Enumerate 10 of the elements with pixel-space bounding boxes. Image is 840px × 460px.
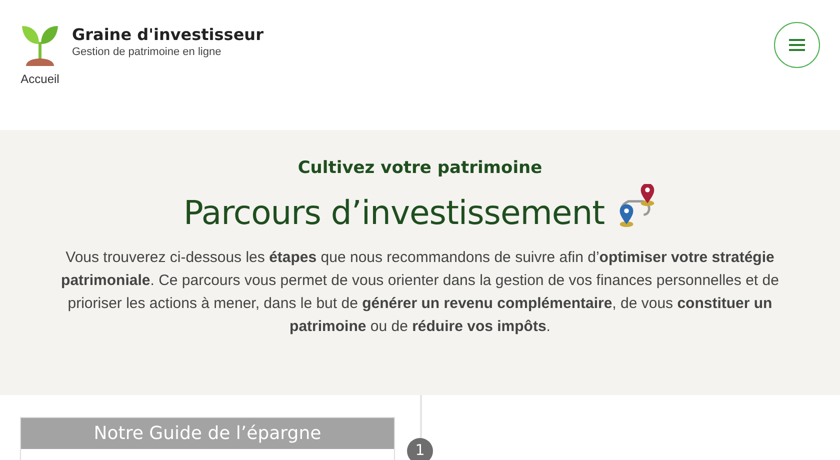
hero-kicker: Cultivez votre patrimoine [298, 158, 542, 178]
step-card-title: Notre Guide de l’épargne [21, 418, 394, 449]
site-name: Graine d'investisseur [72, 25, 264, 44]
step-number: 1 [407, 438, 433, 460]
hero-title: Parcours d’investissement [183, 193, 605, 232]
menu-button[interactable] [774, 22, 820, 68]
home-link[interactable]: Accueil [20, 72, 60, 86]
menu-icon [789, 39, 805, 51]
site-tagline: Gestion de patrimoine en ligne [72, 46, 222, 58]
hero-intro: Vous trouverez ci-dessous les étapes que nous recommandons de suivre afin d’optimiser votre stratégie patrimoniale. Ce parcours vous permet de vous orienter dans la gestion de vos finances personnelles et de prioriser les actions à mener, dans le but de générer un revenu complémentaire, de vous constituer un patrimoine ou de réduire vos impôts. [60, 248, 780, 337]
